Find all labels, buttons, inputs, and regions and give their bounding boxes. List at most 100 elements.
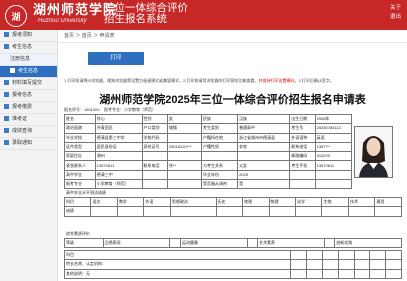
top-right-links: 关于 退出 xyxy=(390,4,401,22)
table-cell xyxy=(314,179,353,190)
table-row: 等级 品德表现 运动健康 艺术素养 创新实践 xyxy=(64,237,402,249)
table-cell: 数学 xyxy=(116,196,145,208)
table-row: 成绩 xyxy=(63,206,402,217)
table-cell: 德清县第三中学 xyxy=(94,132,143,143)
table-cell: 与考生关系 xyxy=(200,160,239,171)
exit-link[interactable]: 退出 xyxy=(390,13,401,22)
about-link[interactable]: 关于 xyxy=(390,4,401,13)
table-row: 证件类型 居民身份证 身份证号 33018120*** 户籍性质 非农 联系电话 1357**… xyxy=(64,141,353,153)
table-cell xyxy=(353,268,371,279)
table-cell xyxy=(322,249,339,261)
system-line2: 招生报名系统 xyxy=(104,13,167,25)
section-comp-title: 综合素质评价 xyxy=(66,231,90,236)
table-cell xyxy=(237,151,291,162)
table-cell: 户口类别 xyxy=(141,123,168,134)
sidebar-item-payment[interactable]: 报考缴费 xyxy=(0,102,57,114)
print-notice: 1.打印前请将IE浏览器、搜狗浏览器等设置为极速模式或兼容模式，2.打印前请用浏… xyxy=(64,78,402,84)
table-cell: 英语 xyxy=(314,132,353,143)
table-cell xyxy=(314,169,353,181)
table-row: 毕业学校 德清县第三中学 学校代码 户籍所在地 浙江省湖州市德清县 外语语种 英语 xyxy=(64,132,353,143)
table-cell xyxy=(347,206,376,217)
table-cell: 紧急联系人 xyxy=(64,160,96,171)
table-cell xyxy=(116,206,145,217)
ticket-icon xyxy=(4,116,9,122)
table-cell: 政治面貌 xyxy=(64,123,96,134)
sidebar-item-admission-notice[interactable]: 录取通知 xyxy=(0,138,57,150)
table-cell: 语文 xyxy=(90,196,118,208)
table-cell: 非农 xyxy=(237,141,291,153)
table-cell: 313200 xyxy=(314,151,353,162)
table-cell xyxy=(200,151,239,162)
table-cell xyxy=(306,259,324,270)
table-cell: 证件类型 xyxy=(64,141,96,153)
table-cell: 外语 xyxy=(143,196,171,208)
sidebar-item-materials[interactable]: 材料填写提交 xyxy=(0,78,57,90)
table-cell xyxy=(374,206,402,217)
university-logo: 湖 xyxy=(5,5,27,27)
table-cell: 13570611 xyxy=(94,160,143,171)
sidebar-item-student-info-sub[interactable]: 考生信息 xyxy=(0,66,57,78)
logo-char: 湖 xyxy=(11,12,21,23)
table-cell xyxy=(337,268,355,279)
table-cell: 特长名称、认定机构： xyxy=(63,259,292,270)
table-cell xyxy=(215,206,244,217)
top-header: 湖 湖州师范学院 Huzhou University 三位一体综合评价 招生报名… xyxy=(0,0,407,30)
chart-icon xyxy=(4,128,9,134)
meta-major-value: 小学教育（师范） xyxy=(124,107,157,112)
table-cell xyxy=(166,132,202,143)
table-cell: 2025 xyxy=(237,169,291,181)
table-cell: 高中学业 xyxy=(64,169,96,181)
table-cell: 科目 xyxy=(63,249,292,261)
sidebar-item-label: 注册信息 xyxy=(10,56,31,62)
table-cell xyxy=(242,206,270,217)
sidebar-item-label: 报考须知 xyxy=(12,32,33,38)
meta-serial: 报名序号：1601000 xyxy=(64,107,100,112)
sidebar-item-admission-ticket[interactable]: 准考证 xyxy=(0,114,57,126)
print-button[interactable]: 打印 xyxy=(88,52,144,65)
table-cell: 通用 xyxy=(374,196,402,208)
table-cell xyxy=(141,169,168,181)
form-title: 湖州师范学院2025年三位一体综合评价招生报名申请表 xyxy=(99,94,366,106)
table-cell xyxy=(295,206,323,217)
table-cell xyxy=(166,169,202,181)
table-cell xyxy=(169,237,181,249)
table-cell: 考生类别 xyxy=(200,123,239,134)
table-cell: 出生日期 xyxy=(289,113,316,125)
sidebar-item-scores[interactable]: 成绩查询 xyxy=(0,126,57,138)
table-cell xyxy=(290,268,308,279)
sidebar-item-notice[interactable]: 报考须知 xyxy=(0,30,57,42)
table-cell xyxy=(141,179,168,190)
sidebar-item-apply-info[interactable]: 报考信息 xyxy=(0,90,57,102)
main-content: 首页 ＞ 首页 ＞ 申请表 打印 1.打印前请将IE浏览器、搜狗浏览器等设置为极… xyxy=(58,30,407,281)
table-cell: 共青团员 xyxy=(94,123,143,134)
table-cell xyxy=(322,268,339,279)
table-cell: 考生手机 xyxy=(289,160,316,171)
table-cell xyxy=(289,169,316,181)
notice-red: 并保持打印设置横向， xyxy=(258,78,299,83)
study-score-table: 科目 语文 数学 外语 思想政治 历史 地理 物理 化学 生物 技术 通用 成绩 xyxy=(63,196,402,217)
table-cell: 户籍所在地 xyxy=(200,132,239,143)
sidebar-item-register-info[interactable]: 注册信息 xyxy=(0,54,57,66)
table-cell: 汉族 xyxy=(237,113,291,125)
table-cell: 33018120*** xyxy=(166,141,202,153)
table-cell xyxy=(141,151,168,162)
table-cell xyxy=(353,259,371,270)
table-cell xyxy=(337,259,355,270)
meta-major-label: 报考专业： xyxy=(104,107,125,112)
table-row: 报考专业 小学教育（师范） 是否服从调剂是 xyxy=(64,179,353,190)
table-row: 紧急联系人 13570611 联系电话 徐** 与考生关系 父女 考生手机 13570611 xyxy=(64,160,353,171)
table-cell: 性别 xyxy=(141,113,168,125)
table-row: 特长名称、认定机构： xyxy=(63,259,402,270)
sidebar-item-label: 报考缴费 xyxy=(12,104,33,110)
breadcrumb: 首页 ＞ 首页 ＞ 申请表 xyxy=(58,30,407,43)
section-study-title: 高中学业水平测试成绩 xyxy=(66,190,106,195)
table-cell: 创新实践 xyxy=(334,237,402,249)
table-cell: 学校代码 xyxy=(141,132,168,143)
sidebar-item-student-info[interactable]: 考生信息 xyxy=(0,42,57,54)
table-cell: 历史 xyxy=(215,196,244,208)
list-icon xyxy=(4,92,9,98)
table-cell: 城镇 xyxy=(166,123,202,134)
table-cell: 女 xyxy=(166,113,202,125)
table-cell xyxy=(290,259,308,270)
table-cell: 徐** xyxy=(166,160,202,171)
